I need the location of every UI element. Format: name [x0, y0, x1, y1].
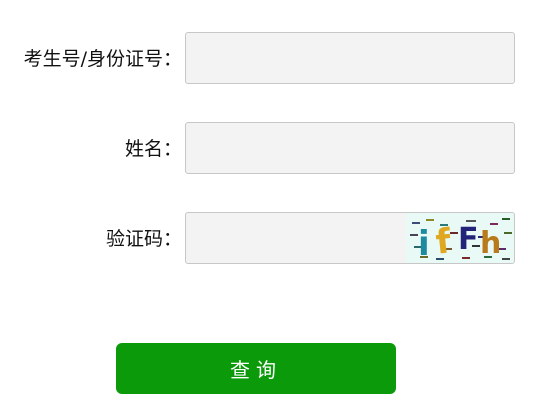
- submit-query-button[interactable]: 查询: [116, 343, 396, 394]
- id-number-input[interactable]: [185, 32, 515, 84]
- captcha-row: 验证码： i f F h: [0, 212, 546, 266]
- svg-text:h: h: [480, 226, 501, 261]
- captcha-label: 验证码：: [105, 228, 182, 250]
- svg-text:f: f: [434, 221, 454, 262]
- name-row: 姓名：: [0, 122, 546, 176]
- svg-text:i: i: [418, 224, 430, 263]
- name-label: 姓名：: [124, 138, 182, 160]
- query-form: 考生号/身份证号： 姓名： 验证码： i f F h 查询: [0, 0, 546, 412]
- svg-text:F: F: [458, 222, 479, 257]
- captcha-noise-graphic: i f F h: [410, 218, 512, 263]
- id-number-label: 考生号/身份证号：: [23, 48, 182, 70]
- name-input[interactable]: [185, 122, 515, 174]
- captcha-image[interactable]: i f F h: [406, 213, 514, 263]
- id-number-row: 考生号/身份证号：: [0, 32, 546, 86]
